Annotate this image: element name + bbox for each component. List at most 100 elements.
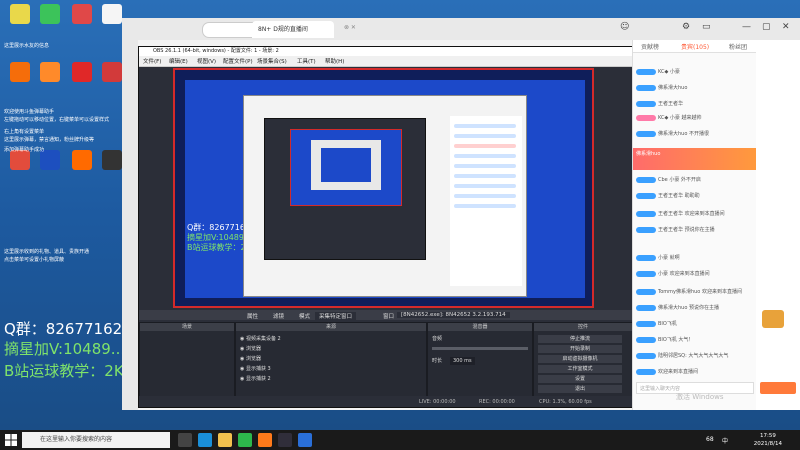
user-badge [636, 270, 656, 277]
menu-profile[interactable]: 配置文件(P) [223, 57, 253, 65]
edge-icon[interactable] [198, 433, 212, 447]
user-badge [636, 100, 656, 107]
desktop-app-icon[interactable] [102, 62, 122, 82]
nested-chat-line [454, 194, 516, 198]
menu-scene-collection[interactable]: 场景集合(S) [257, 57, 287, 65]
menu-file[interactable]: 文件(F) [143, 57, 161, 65]
user-badge [636, 84, 656, 91]
scenes-header: 场景 [140, 323, 234, 331]
window-select[interactable]: [8N42652.exe]: 8N42652 3.2.193.714 [397, 312, 510, 318]
chat-message: Tommy佛系滑huo 欢迎来到本直播间 [636, 288, 742, 297]
preview-nested-browser [243, 95, 527, 297]
browser-left-rail [122, 40, 138, 410]
nested-chat-line [454, 154, 516, 158]
source-label: 浏览器 [245, 356, 261, 362]
preview-nested-obs [264, 118, 426, 260]
browser-tab-active[interactable]: 8N+ D规的直播间 [252, 21, 334, 38]
virtual-camera-button[interactable]: 启动虚拟摄像机 [538, 355, 622, 363]
taskbar-clock[interactable]: 17:59 2021/8/14 [754, 432, 782, 448]
preview-deeper-capture [311, 140, 381, 190]
task-view-icon[interactable] [178, 433, 192, 447]
tab-contribution[interactable]: 贡献榜 [641, 42, 659, 51]
user-badge [636, 130, 656, 137]
window-label: 窗口 [383, 314, 395, 320]
clock-date: 2021/8/14 [753, 441, 782, 447]
settings-button[interactable]: 设置 [538, 375, 622, 383]
user-badge [636, 336, 656, 343]
desktop-app-icon[interactable] [40, 62, 60, 82]
mixer-audio-label: 音频 [432, 336, 443, 342]
desktop-app-icon[interactable] [40, 4, 60, 24]
preview-nested-capture [290, 129, 402, 206]
source-label: 显示捕获 3 [245, 366, 271, 372]
exit-button[interactable]: 退出 [538, 385, 622, 393]
preview-nested-chat [450, 116, 522, 286]
wechat-icon[interactable] [238, 433, 252, 447]
menu-tools[interactable]: 工具(T) [297, 57, 316, 65]
message-text: Cbe 小豪 外不开启 [658, 177, 701, 183]
desktop-app-icon[interactable] [10, 150, 30, 170]
input-method-label[interactable]: 中 [722, 436, 728, 445]
mode-label: 模式 [299, 314, 311, 320]
chat-message: 佛系滑大huo 不开播很 [636, 130, 709, 139]
desktop-note: 添加弹幕助手成功 [4, 147, 45, 153]
duration-input[interactable]: 300 ms [450, 357, 475, 365]
mixer-dock: 混音器 音频 时长 300 ms [427, 322, 533, 404]
app-icon[interactable] [298, 433, 312, 447]
settings-icon[interactable]: ⚙ [682, 22, 690, 32]
desktop-app-icon[interactable] [72, 62, 92, 82]
explorer-icon[interactable] [218, 433, 232, 447]
desktop-app-icon[interactable] [72, 150, 92, 170]
source-properties-bar: 属性 滤镜 模式 采集特定窗口 窗口 [8N42652.exe]: 8N4265… [139, 310, 633, 320]
tab-fan-club[interactable]: 粉丝团 [729, 42, 747, 51]
minimize-icon[interactable]: — [742, 22, 751, 32]
chat-panel: 贡献榜 贵宾(105) 粉丝团 KC◆ 小豪 佛系滑大huo 王者王者华 KC◆… [632, 40, 757, 410]
taskbar-search-input[interactable]: 在这里输入你要搜索的内容 [22, 432, 170, 448]
scenes-dock: 场景 [139, 322, 235, 404]
tab-close-icon[interactable]: ⊗ ✕ [344, 24, 356, 31]
menu-edit[interactable]: 编辑(E) [169, 57, 188, 65]
chat-message: 王者王者华 欢迎来到本直播间 [636, 210, 725, 219]
desktop-app-icon[interactable] [72, 4, 92, 24]
gift-banner-text: 佛系滑huo [636, 151, 661, 157]
desktop-app-icon[interactable] [40, 150, 60, 170]
chat-tabs: 贡献榜 贵宾(105) 粉丝团 [633, 40, 757, 53]
start-recording-button[interactable]: 开始录制 [538, 345, 622, 353]
message-text: 小豪 欢迎来到本直播间 [658, 271, 710, 277]
gift-chest-icon[interactable] [762, 310, 784, 328]
source-item[interactable]: ◉ 显示捕获 2 [240, 375, 271, 383]
gift-banner[interactable]: 佛系滑huo [633, 148, 757, 170]
source-item[interactable]: ◉ 视频采集设备 2 [240, 335, 281, 343]
desktop-note: 这里展示水友的信息 [4, 43, 50, 49]
desktop-app-icon[interactable] [102, 4, 122, 24]
volume-slider[interactable] [432, 347, 528, 350]
close-icon[interactable]: ✕ [782, 22, 790, 32]
maximize-icon[interactable]: ▢ [762, 22, 771, 32]
desktop-app-icon[interactable] [10, 62, 30, 82]
avatar[interactable]: ☺ [620, 22, 629, 32]
douyu-icon[interactable] [258, 433, 272, 447]
desktop-app-icon[interactable] [102, 150, 122, 170]
stop-streaming-button[interactable]: 停止推流 [538, 335, 622, 343]
tab-vip[interactable]: 贵宾(105) [681, 42, 709, 51]
windows-start-icon[interactable] [5, 434, 17, 446]
source-item[interactable]: ◉ 浏览器 [240, 345, 261, 353]
send-button[interactable] [760, 382, 796, 394]
filters-button[interactable]: 滤镜 [273, 312, 284, 320]
menu-help[interactable]: 帮助(H) [325, 57, 344, 65]
message-text: 佛系滑大huo 不开播很 [658, 131, 709, 137]
obs-icon[interactable] [278, 433, 292, 447]
message-text: 小豪 就啊 [658, 255, 680, 261]
desktop-app-icon[interactable] [10, 4, 30, 24]
tabs-icon[interactable]: ▭ [702, 22, 711, 32]
obs-title-bar: OBS 26.1.1 (64-bit, windows) - 配置文件: 1 -… [139, 47, 633, 56]
source-item[interactable]: ◉ 显示捕获 3 [240, 365, 271, 373]
obs-status-bar: LIVE: 00:00:00 REC: 00:00:00 CPU: 1.3%, … [139, 396, 633, 407]
studio-mode-button[interactable]: 工作室模式 [538, 365, 622, 373]
mode-select[interactable]: 采集特定窗口 [315, 312, 357, 320]
properties-button[interactable]: 属性 [247, 312, 258, 320]
menu-view[interactable]: 视图(V) [197, 57, 216, 65]
message-text: KC◆ 小豪 越来越帅 [658, 115, 702, 121]
source-item[interactable]: ◉ 浏览器 [240, 355, 261, 363]
obs-preview[interactable]: Q群：826771624（赌卡 组队） 摘星加V:10489...5880 B站… [173, 68, 594, 308]
